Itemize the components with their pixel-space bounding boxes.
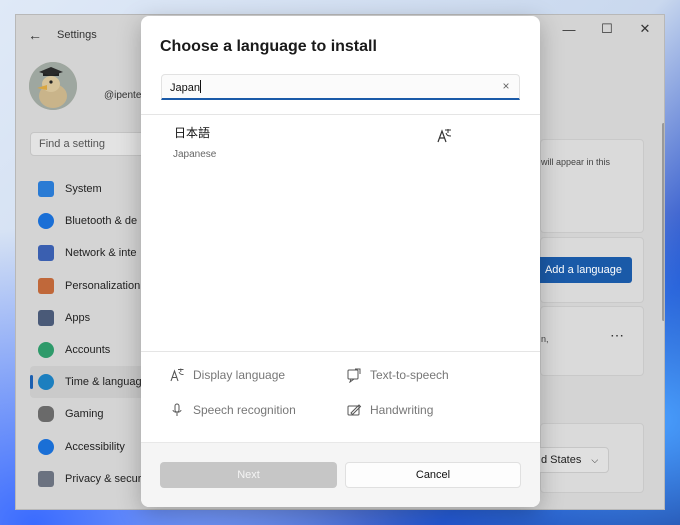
- brush-icon: [38, 277, 54, 294]
- apps-icon: [38, 309, 54, 326]
- minimize-button[interactable]: —: [550, 15, 588, 43]
- card-hint-text: will appear in this: [541, 157, 611, 167]
- sidebar-item-label: Time & languag: [65, 376, 142, 389]
- clear-search-button[interactable]: ×: [498, 78, 514, 94]
- controller-icon: [38, 406, 54, 423]
- feature-label: Display language: [193, 368, 286, 382]
- text-to-speech-icon: [346, 367, 362, 383]
- language-entry-card: [540, 306, 644, 376]
- sidebar-item-label: Personalization: [65, 279, 141, 292]
- feature-label: Handwriting: [370, 403, 434, 417]
- window-title: Settings: [57, 29, 97, 41]
- cancel-button[interactable]: Cancel: [345, 462, 521, 488]
- bluetooth-icon: [38, 213, 54, 230]
- sidebar-item-label: Gaming: [65, 408, 104, 421]
- person-icon: [38, 342, 54, 359]
- feature-text-to-speech: Text-to-speech: [346, 366, 449, 384]
- scrollbar[interactable]: [662, 123, 664, 321]
- chevron-down-icon: ⌵: [591, 454, 599, 465]
- dialog-title: Choose a language to install: [160, 38, 377, 55]
- choose-language-dialog: Choose a language to install Japan × 日本語…: [141, 16, 540, 507]
- sidebar-item-label: Network & inte: [65, 247, 137, 260]
- accessibility-icon: [38, 438, 54, 455]
- handwriting-icon: [346, 402, 362, 418]
- feature-handwriting: Handwriting: [346, 401, 433, 419]
- feature-label: Speech recognition: [193, 403, 296, 417]
- monitor-icon: [38, 181, 54, 198]
- search-input-value: Japan: [170, 82, 200, 94]
- sidebar-item-label: Accessibility: [65, 440, 125, 453]
- close-button[interactable]: ✕: [626, 15, 664, 43]
- region-dropdown-value: d States: [541, 454, 582, 466]
- sidebar-item-label: Apps: [65, 311, 91, 324]
- display-language-icon: [169, 367, 185, 383]
- window-controls: — ☐ ✕: [550, 15, 664, 43]
- microphone-icon: [169, 402, 185, 418]
- sidebar-item-label: Bluetooth & de: [65, 215, 138, 228]
- divider: [141, 351, 540, 352]
- sidebar-item-label: Privacy & secur: [65, 472, 142, 485]
- divider: [141, 114, 540, 115]
- avatar[interactable]: [29, 62, 77, 110]
- language-info-card: [540, 139, 644, 233]
- text-cursor: [199, 80, 201, 93]
- region-dropdown[interactable]: d States ⌵: [534, 447, 609, 473]
- globe-clock-icon: [38, 374, 54, 391]
- sidebar-item-label: Accounts: [65, 344, 111, 357]
- maximize-button[interactable]: ☐: [588, 15, 626, 43]
- back-button[interactable]: ←: [28, 27, 44, 43]
- language-english-name: Japanese: [173, 149, 217, 160]
- username: @ipente: [104, 90, 142, 101]
- add-language-button[interactable]: Add a language: [535, 257, 632, 283]
- feature-display-language: Display language: [169, 366, 285, 384]
- more-options-button[interactable]: ⋯: [610, 327, 624, 344]
- shield-icon: [38, 470, 54, 487]
- sidebar-item-label: System: [65, 183, 102, 196]
- feature-speech-recognition: Speech recognition: [169, 401, 296, 419]
- language-search-input[interactable]: Japan: [161, 74, 520, 100]
- next-button[interactable]: Next: [160, 462, 337, 488]
- feature-label: Text-to-speech: [370, 368, 449, 382]
- language-native-name: 日本語: [174, 126, 211, 140]
- language-entry-text: n,: [541, 334, 549, 344]
- wifi-icon: [38, 245, 54, 262]
- display-language-icon: [437, 129, 452, 143]
